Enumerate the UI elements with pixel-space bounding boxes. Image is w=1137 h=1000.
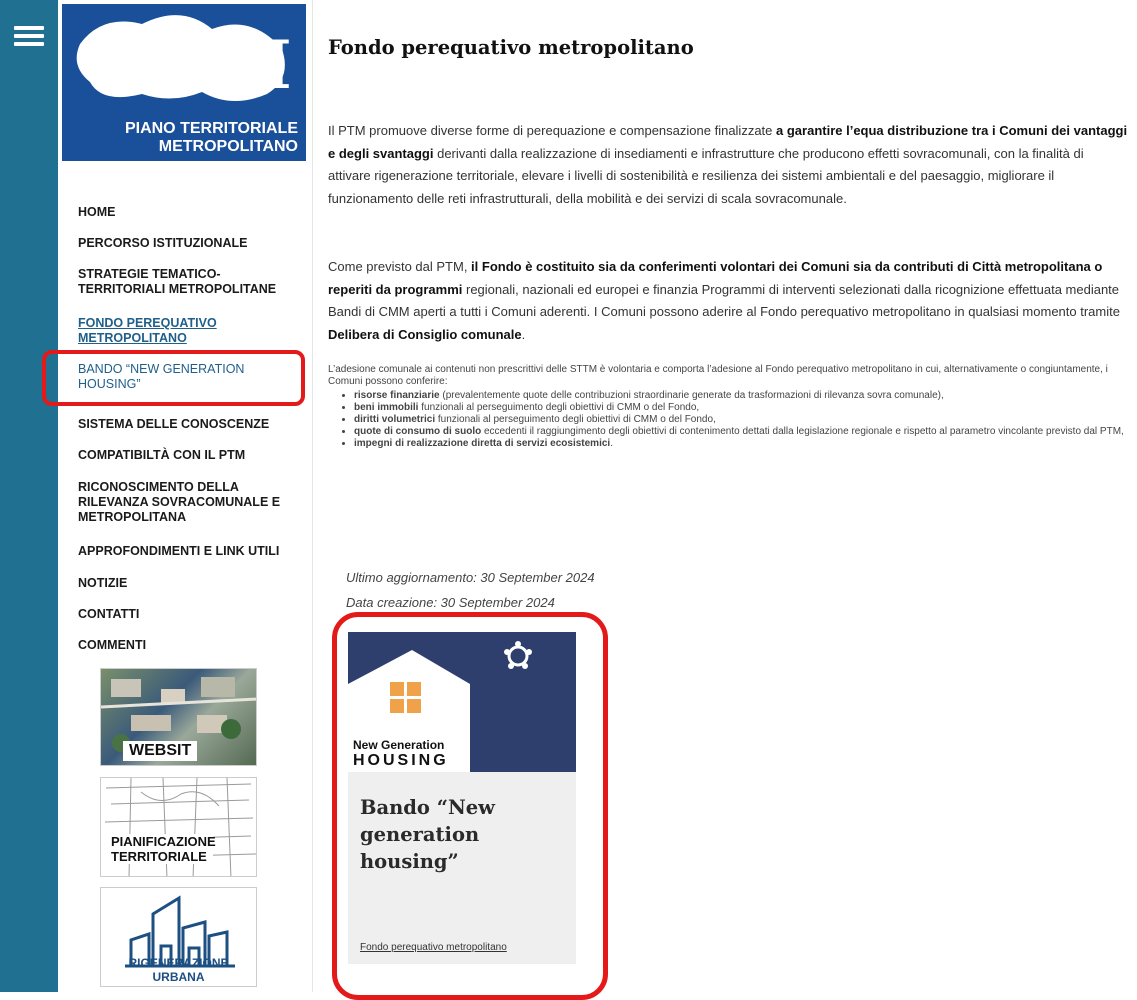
page-title: Fondo perequativo metropolitano xyxy=(328,36,694,59)
paragraph-2: Come previsto dal PTM, il Fondo è costit… xyxy=(328,259,1120,342)
thumb-rigenerazione[interactable]: RIGENERAZIONE URBANA xyxy=(100,887,257,987)
nav-approfondimenti[interactable]: APPROFONDIMENTI E LINK UTILI xyxy=(78,544,298,559)
adesione-list: risorse finanziarie (prevalentemente quo… xyxy=(328,390,1128,450)
highlight-annotation-card xyxy=(332,612,608,1000)
highlight-annotation-nav xyxy=(42,350,305,406)
logo-mark: PTM xyxy=(124,26,292,104)
last-updated: Ultimo aggiornamento: 30 September 2024 xyxy=(346,570,595,585)
thumb-pianificazione[interactable]: PIANIFICAZIONE TERRITORIALE xyxy=(100,777,257,877)
hamburger-menu-icon[interactable] xyxy=(14,26,44,46)
adesione-intro: L’adesione comunale ai contenuti non pre… xyxy=(328,364,1108,386)
list-item: diritti volumetrici funzionali al perseg… xyxy=(354,414,1128,426)
thumb-websit[interactable]: WEBSIT xyxy=(100,668,257,766)
nav-notizie[interactable]: NOTIZIE xyxy=(78,576,298,591)
nav-fondo-perequativo[interactable]: FONDO PEREQUATIVO METROPOLITANO xyxy=(78,316,298,346)
logo-line-2: METROPOLITANO xyxy=(158,138,298,155)
nav-sistema-conoscenze[interactable]: SISTEMA DELLE CONOSCENZE xyxy=(78,417,298,432)
nav-percorso-istituzionale[interactable]: PERCORSO ISTITUZIONALE xyxy=(78,236,298,251)
ptm-logo[interactable]: PTM PIANO TERRITORIALE METROPOLITANO xyxy=(62,4,306,161)
nav-commenti[interactable]: COMMENTI xyxy=(78,638,298,653)
logo-line-1: PIANO TERRITORIALE xyxy=(124,120,298,137)
thumb-caption-websit: WEBSIT xyxy=(123,741,198,761)
paragraph-1: Il PTM promuove diverse forme di perequa… xyxy=(328,123,1128,206)
nav-riconoscimento[interactable]: RICONOSCIMENTO DELLA RILEVANZA SOVRACOMU… xyxy=(78,480,298,525)
nav-compatibilita[interactable]: COMPATIBILTÀ CON IL PTM xyxy=(78,448,298,463)
nav-contatti[interactable]: CONTATTI xyxy=(78,607,298,622)
nav-home[interactable]: HOME xyxy=(78,205,298,220)
list-item: impegni di realizzazione diretta di serv… xyxy=(354,438,1128,450)
list-item: quote di consumo di suolo eccedenti il r… xyxy=(354,426,1128,438)
embedded-text-image: L’adesione comunale ai contenuti non pre… xyxy=(328,364,1128,450)
side-rail xyxy=(0,0,58,992)
list-item: risorse finanziarie (prevalentemente quo… xyxy=(354,390,1128,402)
list-item: beni immobili funzionali al perseguiment… xyxy=(354,402,1128,414)
thumb-caption-rigenerazione: RIGENERAZIONE URBANA xyxy=(128,956,229,984)
created-date: Data creazione: 30 September 2024 xyxy=(346,595,555,610)
nav-strategie[interactable]: STRATEGIE TEMATICO-TERRITORIALI METROPOL… xyxy=(78,267,298,297)
thumb-caption-pianificazione: PIANIFICAZIONE TERRITORIALE xyxy=(109,834,216,864)
